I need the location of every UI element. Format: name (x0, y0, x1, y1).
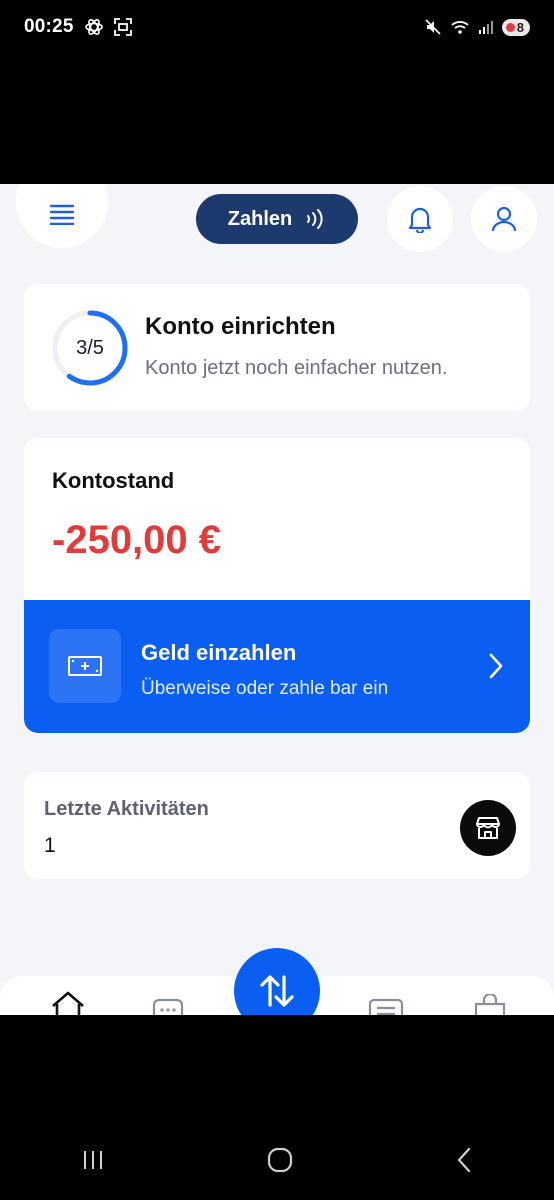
statements-icon[interactable] (368, 998, 404, 1015)
shopping-bag-icon[interactable] (472, 994, 508, 1015)
home-icon[interactable] (50, 990, 86, 1015)
battery-saver-icon (505, 22, 515, 32)
deposit-title: Geld einzahlen (141, 640, 297, 665)
back-icon[interactable] (455, 1147, 473, 1173)
transfer-fab-button[interactable] (234, 948, 320, 1015)
status-notification-icons (84, 17, 132, 37)
menu-button[interactable] (16, 184, 108, 248)
activity-title: Letzte Aktivitäten (44, 798, 209, 820)
setup-title: Konto einrichten (145, 313, 336, 340)
transfer-arrows-icon (260, 975, 294, 1007)
status-time: 00:25 (24, 16, 74, 37)
setup-progress-text: 3/5 (76, 336, 104, 359)
phone-screen: 00:25 8 Zahlen 3/5 Konto einrichten Kont… (0, 0, 554, 1200)
battery-level: 8 (516, 19, 524, 35)
wifi-icon (451, 21, 469, 34)
profile-button[interactable] (471, 186, 537, 252)
menu-icon (49, 204, 75, 225)
activity-count: 1 (44, 834, 56, 857)
signal-icon (478, 21, 493, 34)
shop-button[interactable] (460, 800, 516, 856)
openai-icon (84, 19, 103, 35)
balance-card: Kontostand -250,00 € Geld einzahlen Über… (24, 438, 530, 733)
contactless-icon (307, 209, 323, 229)
deposit-icon-box (49, 629, 121, 703)
bell-icon (408, 207, 432, 233)
battery-indicator: 8 (501, 18, 530, 36)
deposit-money-button[interactable]: Geld einzahlen Überweise oder zahle bar … (24, 600, 530, 733)
app-content: Zahlen 3/5 Konto einrichten Konto jetzt … (0, 184, 554, 1015)
store-icon (476, 817, 500, 839)
balance-label: Kontostand (52, 468, 175, 493)
mute-icon (425, 19, 441, 35)
recent-activity-card[interactable]: Letzte Aktivitäten 1 (24, 772, 530, 879)
user-icon (491, 206, 517, 232)
account-setup-card[interactable]: 3/5 Konto einrichten Konto jetzt noch ei… (24, 284, 530, 411)
chat-icon[interactable] (152, 998, 184, 1015)
setup-subtitle: Konto jetzt noch einfacher nutzen. (145, 357, 448, 379)
deposit-subtitle: Überweise oder zahle bar ein (141, 678, 389, 699)
recent-apps-icon[interactable] (81, 1149, 105, 1171)
banknote-icon (68, 656, 102, 676)
pay-button[interactable]: Zahlen (196, 194, 358, 244)
notifications-button[interactable] (387, 186, 453, 252)
home-button-icon[interactable] (267, 1147, 293, 1173)
screenshot-icon (113, 18, 132, 36)
status-system-icons: 8 (424, 18, 530, 36)
pay-button-label: Zahlen (227, 207, 293, 230)
balance-value: -250,00 € (52, 518, 222, 562)
system-navigation-bar (0, 1120, 554, 1200)
status-bar: 00:25 8 (0, 0, 554, 54)
chevron-right-icon (489, 653, 503, 679)
